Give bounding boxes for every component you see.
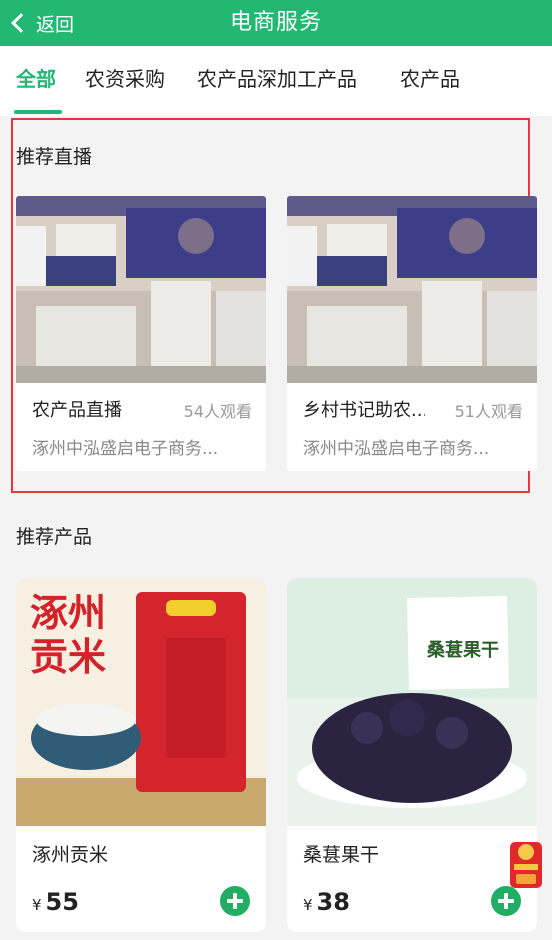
price-value: 55 [45,888,79,916]
tab-all[interactable]: 全部 [16,46,56,116]
product-section-title: 推荐产品 [16,526,93,548]
live-title: 乡村书记助农... [303,400,425,421]
product-price: ¥55 [32,888,79,916]
price-value: 38 [316,888,350,916]
product-image: 桑葚果干 [287,578,537,826]
tab-agri-products[interactable]: 农产品 [400,46,460,116]
live-section-title: 推荐直播 [16,146,93,168]
live-thumbnail [16,196,266,383]
header-bar: 返回 电商服务 [0,0,552,46]
product-name: 涿州贡米 [32,844,109,866]
tab-processed-products[interactable]: 农产品深加工产品 [197,46,357,116]
category-tabs: 全部 农资采购 农产品深加工产品 农产品 [0,46,552,116]
product-card[interactable]: 桑葚果干 桑葚果干 ¥38 [287,578,537,932]
live-card[interactable]: 农产品直播 54人观看 涿州中泓盛启电子商务... [16,196,266,471]
live-title: 农产品直播 [32,400,122,421]
live-company: 涿州中泓盛启电子商务... [303,439,490,459]
product-price: ¥38 [303,888,350,916]
product-image-text: 桑葚果干 [427,639,499,661]
active-tab-indicator [14,110,62,114]
live-thumbnail [287,196,537,383]
viewer-count: 51人观看 [454,402,523,421]
page-title: 电商服务 [229,10,322,35]
product-image-text: 贡米 [30,635,106,679]
product-image: 涿州 贡米 [16,578,266,826]
product-card[interactable]: 涿州 贡米 涿州贡米 ¥55 [16,578,266,932]
red-packet-icon[interactable] [508,838,544,890]
add-to-cart-icon[interactable] [491,886,521,916]
product-name: 桑葚果干 [303,844,380,866]
product-image-text: 涿州 [30,591,106,635]
currency-symbol: ¥ [32,896,42,914]
viewer-count: 54人观看 [183,402,252,421]
currency-symbol: ¥ [303,896,313,914]
live-card[interactable]: 乡村书记助农... 51人观看 涿州中泓盛启电子商务... [287,196,537,471]
live-company: 涿州中泓盛启电子商务... [32,439,219,459]
add-to-cart-icon[interactable] [220,886,250,916]
tab-agri-supplies[interactable]: 农资采购 [85,46,165,116]
